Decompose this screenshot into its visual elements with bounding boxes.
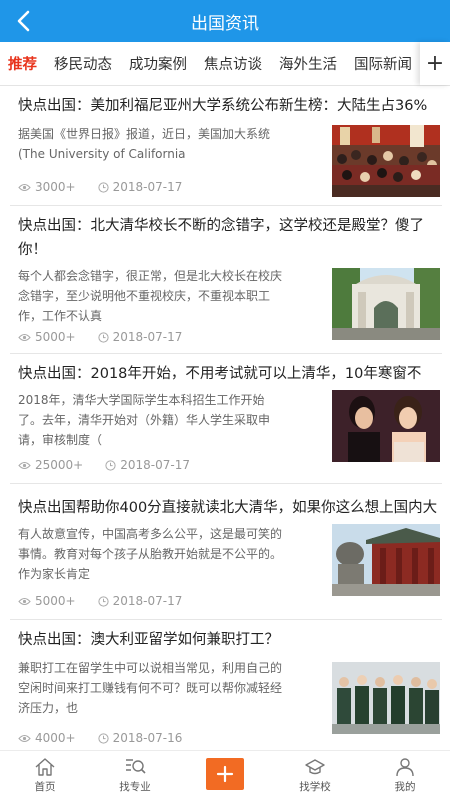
search-major-icon: [126, 759, 146, 774]
article-title: 快点出国：2018年开始，不用考试就可以上清华，10年寒窗不: [18, 366, 422, 382]
publish-date: 2018-07-17: [105, 458, 190, 472]
tab-international-news[interactable]: 国际新闻: [337, 53, 412, 74]
article-card[interactable]: 快点出国帮助你400分直接就读北大清华，如果你这么想上国内大 有人故意宣传，中国…: [10, 496, 442, 620]
eye-icon: [18, 183, 31, 191]
article-title: 快点出国：澳大利亚留学如何兼职打工？: [18, 632, 279, 648]
university-gate-photo: [332, 268, 440, 340]
tab-focus-interviews[interactable]: 焦点访谈: [187, 53, 262, 74]
article-card[interactable]: 快点出国：澳大利亚留学如何兼职打工？ 兼职打工在留学生中可以说相当常见，利用自己…: [10, 628, 442, 750]
publish-date: 2018-07-17: [97, 180, 182, 194]
article-meta: 25000+ 2018-07-17: [18, 458, 212, 472]
nav-add[interactable]: [180, 751, 270, 800]
tab-success-cases[interactable]: 成功案例: [112, 53, 187, 74]
article-card[interactable]: 快点出国：美加利福尼亚州大学系统公布新生榜：大陆生占36% 据美国《世界日报》报…: [10, 94, 442, 206]
nav-find-major[interactable]: 找专业: [90, 751, 180, 800]
add-tab-button[interactable]: +: [420, 42, 450, 85]
graduation-ceremony-photo: [332, 125, 440, 197]
top-app-bar: 出国资讯: [0, 0, 450, 42]
chevron-left-icon: [17, 10, 30, 32]
publish-date: 2018-07-17: [97, 594, 182, 608]
article-title: 快点出国帮助你400分直接就读北大清华，如果你这么想上国内大: [18, 500, 438, 516]
nav-profile[interactable]: 我的: [360, 751, 450, 800]
clock-icon: [97, 181, 109, 193]
eye-icon: [18, 597, 31, 605]
article-card[interactable]: 快点出国：北大清华校长不断的念错字，这学校还是殿堂？傻了你！ 每个人都会念错字，…: [10, 214, 442, 354]
article-title: 快点出国：美加利福尼亚州大学系统公布新生榜：大陆生占36%: [18, 98, 428, 114]
view-count: 5000+: [18, 330, 76, 344]
clock-icon: [97, 331, 109, 343]
clock-icon: [105, 459, 116, 471]
students-group-photo: [332, 662, 440, 734]
article-summary: 2018年，清华大学国际学生本科招生工作开始了。去年，清华开始对（外籍）华人学生…: [18, 393, 271, 447]
clock-icon: [97, 595, 109, 607]
article-meta: 4000+ 2018-07-16: [18, 731, 204, 745]
back-button[interactable]: [4, 0, 44, 42]
view-count: 4000+: [18, 731, 76, 745]
tab-immigration-news[interactable]: 移民动态: [37, 53, 112, 74]
eye-icon: [18, 734, 31, 742]
bottom-navigation: 首页 找专业 找学校 我的: [0, 750, 450, 800]
view-count: 5000+: [18, 594, 76, 608]
article-card[interactable]: 快点出国：2018年开始，不用考试就可以上清华，10年寒窗不 2018年，清华大…: [10, 362, 442, 484]
women-laughing-photo: [332, 390, 440, 462]
article-meta: 5000+ 2018-07-17: [18, 594, 204, 608]
article-summary: 兼职打工在留学生中可以说相当常见，利用自己的空闲时间来打工赚钱有何不可？既可以帮…: [18, 661, 283, 715]
article-feed: 快点出国：美加利福尼亚州大学系统公布新生榜：大陆生占36% 据美国《世界日报》报…: [0, 86, 450, 750]
nav-home[interactable]: 首页: [0, 751, 90, 800]
article-meta: 5000+ 2018-07-17: [18, 330, 204, 344]
tab-overseas-life[interactable]: 海外生活: [262, 53, 337, 74]
article-meta: 3000+ 2018-07-17: [18, 180, 204, 194]
publish-date: 2018-07-17: [97, 330, 182, 344]
page-title: 出国资讯: [191, 13, 259, 34]
stone-lion-gate-photo: [332, 524, 440, 596]
home-icon: [35, 758, 55, 776]
plus-icon: [216, 765, 234, 782]
view-count: 25000+: [18, 458, 83, 472]
article-summary: 每个人都会念错字，很正常，但是北大校长在校庆念错字，至少说明他不重视校庆，不重视…: [18, 269, 283, 323]
user-icon: [396, 758, 414, 777]
article-summary: 有人故意宣传，中国高考多么公平，这是最可笑的事情。教育对每个孩子从胎教开始就是不…: [18, 527, 283, 581]
view-count: 3000+: [18, 180, 76, 194]
eye-icon: [18, 333, 31, 341]
clock-icon: [97, 732, 109, 744]
school-icon: [305, 759, 325, 775]
article-title: 快点出国：北大清华校长不断的念错字，这学校还是殿堂？傻了你！: [18, 218, 424, 258]
publish-date: 2018-07-16: [97, 731, 182, 745]
add-button[interactable]: [206, 757, 244, 790]
tab-recommend[interactable]: 推荐: [0, 53, 37, 74]
eye-icon: [18, 461, 31, 469]
category-tabs: 推荐 移民动态 成功案例 焦点访谈 海外生活 国际新闻 +: [0, 42, 450, 86]
article-summary: 据美国《世界日报》报道，近日，美国加大系统(The University of …: [18, 127, 271, 161]
nav-find-school[interactable]: 找学校: [270, 751, 360, 800]
